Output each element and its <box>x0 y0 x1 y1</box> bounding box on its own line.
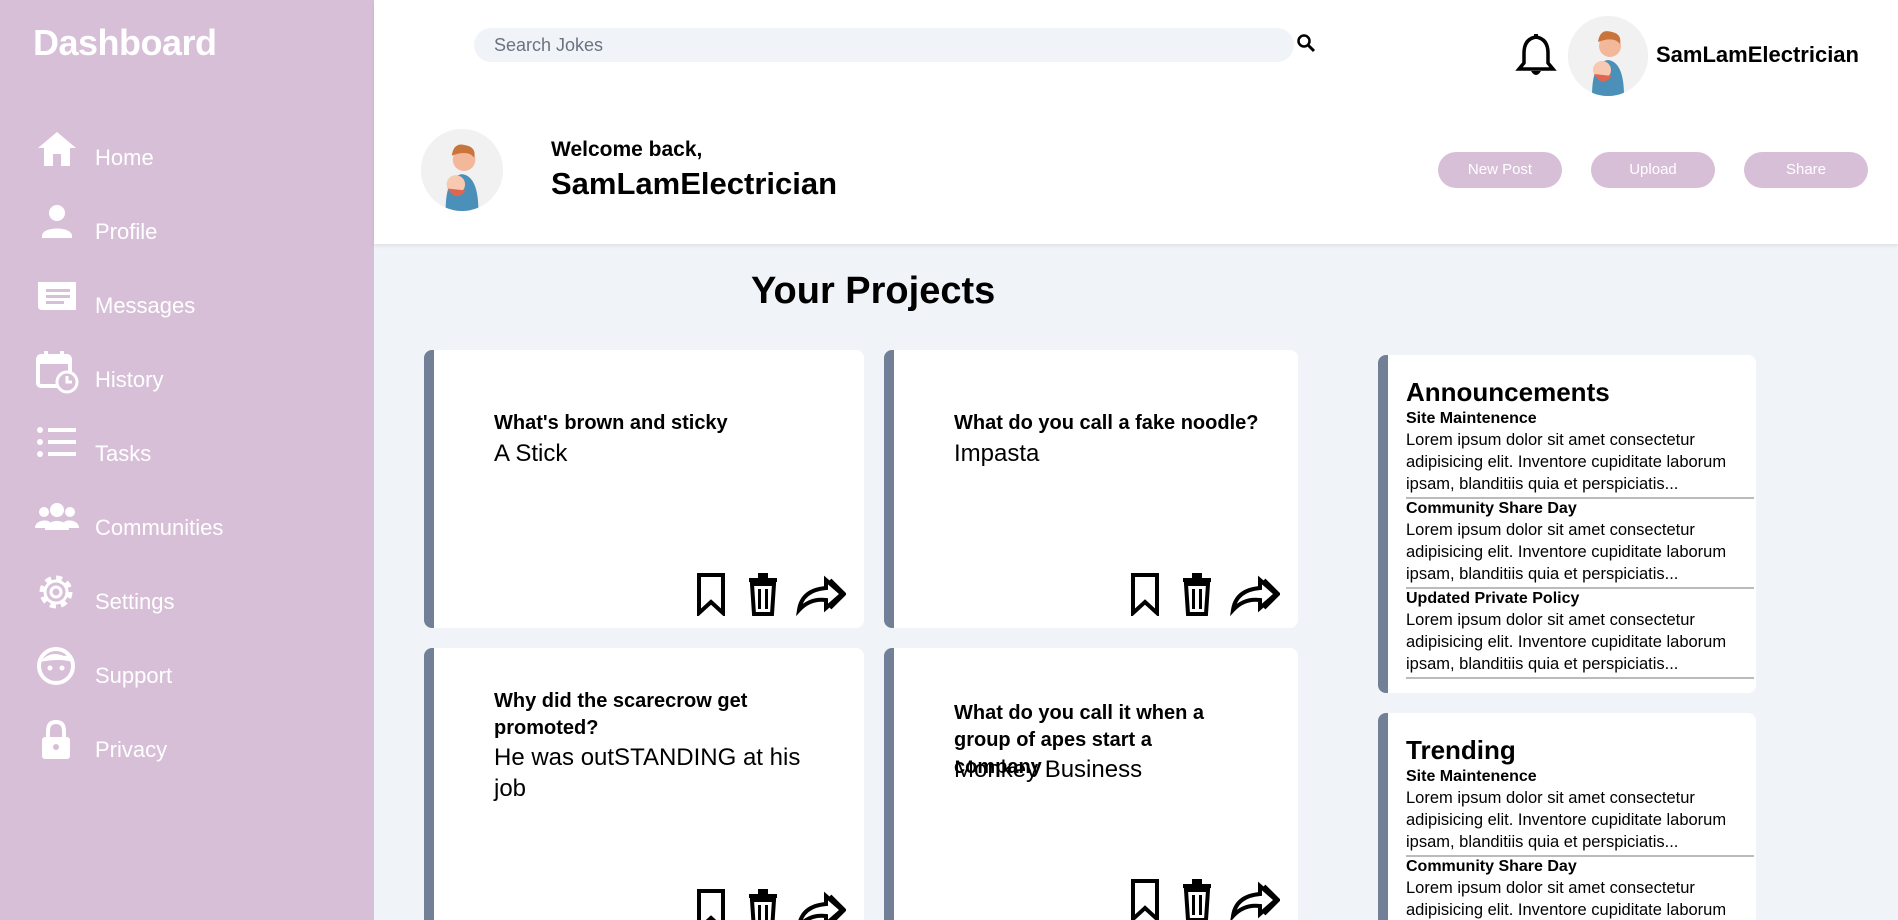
trending-title: Trending <box>1406 735 1516 765</box>
joke-question: Why did the scarecrow get promoted? <box>494 690 748 739</box>
project-card: Why did the scarecrow get promoted? He w… <box>424 648 864 920</box>
card-actions <box>696 572 846 616</box>
trending-text: Lorem ipsum dolor sit amet consectetur a… <box>1406 789 1727 851</box>
avatar-illustration <box>421 129 503 211</box>
trash-icon[interactable] <box>748 888 778 920</box>
announcement-heading: Updated Private Policy <box>1406 590 1580 607</box>
bookmark-icon[interactable] <box>1130 878 1160 920</box>
share-forward-icon[interactable] <box>796 572 846 616</box>
search-bar <box>474 28 1294 62</box>
sidebar-item-communities[interactable]: Communities <box>0 490 374 550</box>
calendar-clock-icon <box>36 351 79 394</box>
sidebar-item-profile[interactable]: Profile <box>0 194 374 254</box>
announcements-title: Announcements <box>1406 377 1610 407</box>
sidebar-item-history[interactable]: History <box>0 342 374 402</box>
joke-answer: Monkey Business <box>954 756 1143 783</box>
trending-heading: Community Share Day <box>1406 858 1577 875</box>
sidebar-item-label: Tasks <box>95 441 152 466</box>
sidebar-item-label: Home <box>95 145 154 170</box>
search-icon[interactable] <box>1296 33 1316 53</box>
trash-icon[interactable] <box>1182 572 1212 616</box>
project-card: What do you call it when a group of apes… <box>884 648 1298 920</box>
bell-icon[interactable] <box>1514 33 1558 79</box>
project-card: What's brown and sticky A Stick <box>424 350 864 628</box>
announcement-heading: Site Maintenence <box>1406 410 1537 427</box>
joke-question: What do you call a fake noodle? <box>954 412 1259 434</box>
announcement-text: Lorem ipsum dolor sit amet consectetur a… <box>1406 611 1727 673</box>
share-forward-icon[interactable] <box>796 888 846 920</box>
trash-icon[interactable] <box>1182 878 1212 920</box>
project-card: What do you call a fake noodle? Impasta <box>884 350 1298 628</box>
bookmark-icon[interactable] <box>696 888 726 920</box>
face-icon <box>37 647 75 685</box>
trending-item[interactable]: Community Share Day Lorem ipsum dolor si… <box>1406 857 1754 920</box>
trending-panel: Trending Site Maintenence Lorem ipsum do… <box>1378 713 1756 920</box>
trending-item[interactable]: Site Maintenence Lorem ipsum dolor sit a… <box>1406 767 1754 857</box>
list-icon <box>37 427 76 457</box>
sidebar-item-label: Settings <box>95 589 175 614</box>
sidebar-item-label: Messages <box>95 293 196 318</box>
announcement-text: Lorem ipsum dolor sit amet consectetur a… <box>1406 521 1727 583</box>
lock-icon <box>42 719 70 759</box>
trending-text: Lorem ipsum dolor sit amet consectetur a… <box>1406 879 1727 919</box>
announcement-heading: Community Share Day <box>1406 500 1577 517</box>
announcement-item[interactable]: Community Share Day Lorem ipsum dolor si… <box>1406 499 1754 589</box>
share-forward-icon[interactable] <box>1230 878 1280 920</box>
bookmark-icon[interactable] <box>1130 572 1160 616</box>
upload-button[interactable]: Upload <box>1591 152 1715 188</box>
share-forward-icon[interactable] <box>1230 572 1280 616</box>
people-icon <box>35 503 79 530</box>
share-button[interactable]: Share <box>1744 152 1868 188</box>
announcement-item[interactable]: Site Maintenence Lorem ipsum dolor sit a… <box>1406 409 1754 499</box>
sidebar-item-label: History <box>95 367 164 392</box>
announcements-panel: Announcements Site Maintenence Lorem ips… <box>1378 355 1756 693</box>
profile-avatar <box>421 129 503 211</box>
home-icon <box>38 132 76 166</box>
sidebar-item-label: Communities <box>95 515 224 540</box>
sidebar-title: Dashboard <box>33 22 217 63</box>
joke-answer: A Stick <box>494 440 568 467</box>
sidebar-item-privacy[interactable]: Privacy <box>0 712 374 772</box>
sidebar-item-support[interactable]: Support <box>0 638 374 698</box>
welcome-text: Welcome back, <box>551 138 703 161</box>
bookmark-icon[interactable] <box>696 572 726 616</box>
announcement-text: Lorem ipsum dolor sit amet consectetur a… <box>1406 431 1727 493</box>
messages-icon <box>38 282 76 310</box>
sidebar-item-settings[interactable]: Settings <box>0 564 374 624</box>
avatar[interactable] <box>1568 16 1648 96</box>
joke-answer: Impasta <box>954 440 1040 467</box>
announcement-item[interactable]: Updated Private Policy Lorem ipsum dolor… <box>1406 589 1754 679</box>
sidebar-item-label: Privacy <box>95 737 168 762</box>
sidebar: Dashboard Home Profile Messages History … <box>0 0 374 920</box>
sidebar-item-messages[interactable]: Messages <box>0 268 374 328</box>
avatar-illustration <box>1568 16 1648 96</box>
gear-icon <box>39 575 73 609</box>
header-username[interactable]: SamLamElectrician <box>1656 42 1859 68</box>
joke-answer: He was outSTANDING at his job <box>494 744 801 802</box>
card-actions <box>1130 572 1280 616</box>
new-post-button[interactable]: New Post <box>1438 152 1562 188</box>
search-input[interactable] <box>494 28 1274 62</box>
sidebar-item-label: Profile <box>95 219 158 244</box>
user-icon <box>42 205 72 238</box>
sidebar-item-label: Support <box>95 663 173 688</box>
welcome-username: SamLamElectrician <box>551 166 838 201</box>
sidebar-item-home[interactable]: Home <box>0 120 374 180</box>
sidebar-item-tasks[interactable]: Tasks <box>0 416 374 476</box>
projects-title: Your Projects <box>751 270 996 312</box>
trending-heading: Site Maintenence <box>1406 768 1537 785</box>
trash-icon[interactable] <box>748 572 778 616</box>
joke-question: What's brown and sticky <box>494 412 728 434</box>
card-actions <box>696 888 846 920</box>
card-actions <box>1130 878 1280 920</box>
